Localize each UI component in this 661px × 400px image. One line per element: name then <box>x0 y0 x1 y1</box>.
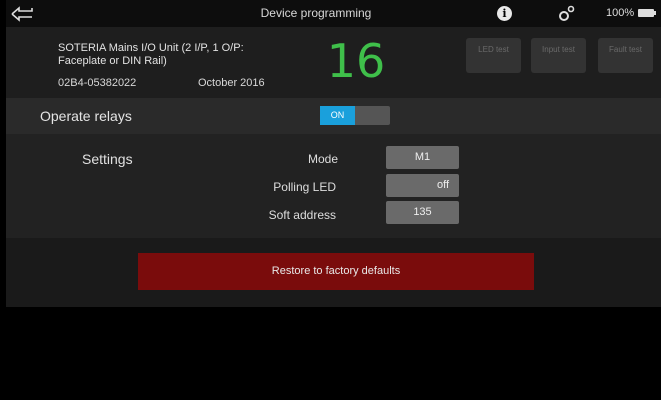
operate-relays-label: Operate relays <box>40 108 132 124</box>
mode-label: Mode <box>307 152 338 166</box>
operate-relays-row: Operate relays ON <box>6 98 661 134</box>
restore-factory-defaults-button[interactable]: Restore to factory defaults <box>138 253 534 290</box>
polling-led-toggle[interactable]: off <box>386 174 459 197</box>
title-bar: Device programming i 100% <box>6 0 661 27</box>
mode-field[interactable]: M1 <box>386 146 459 169</box>
polling-led-label: Polling LED <box>273 180 336 194</box>
device-address: 16 <box>326 34 386 88</box>
toggle-on-label: ON <box>320 106 355 125</box>
led-test-button[interactable]: LED test <box>466 38 521 73</box>
settings-gear-icon[interactable] <box>557 5 575 22</box>
device-date: October 2016 <box>198 77 265 89</box>
info-icon[interactable]: i <box>497 6 512 21</box>
app-window: Device programming i 100% SOTERIA Mains … <box>6 0 661 400</box>
settings-section: Settings Mode M1 Polling LED off Soft ad… <box>6 134 661 238</box>
page-title: Device programming <box>260 6 372 20</box>
device-name: SOTERIA Mains I/O Unit (2 I/P, 1 O/P: Fa… <box>58 42 244 67</box>
soft-address-field[interactable]: 135 <box>386 201 459 224</box>
battery-icon <box>638 9 656 17</box>
settings-label: Settings <box>82 151 133 167</box>
restore-section: Restore to factory defaults <box>6 238 661 307</box>
soft-address-label: Soft address <box>268 208 336 222</box>
fault-test-button[interactable]: Fault test <box>598 38 653 73</box>
input-test-button[interactable]: Input test <box>531 38 586 73</box>
back-arrow-icon[interactable] <box>10 5 36 23</box>
operate-relays-toggle[interactable]: ON <box>320 106 390 125</box>
battery-percentage: 100% <box>606 7 635 19</box>
device-serial: 02B4-05382022 <box>58 77 137 89</box>
device-header: SOTERIA Mains I/O Unit (2 I/P, 1 O/P: Fa… <box>6 27 661 98</box>
